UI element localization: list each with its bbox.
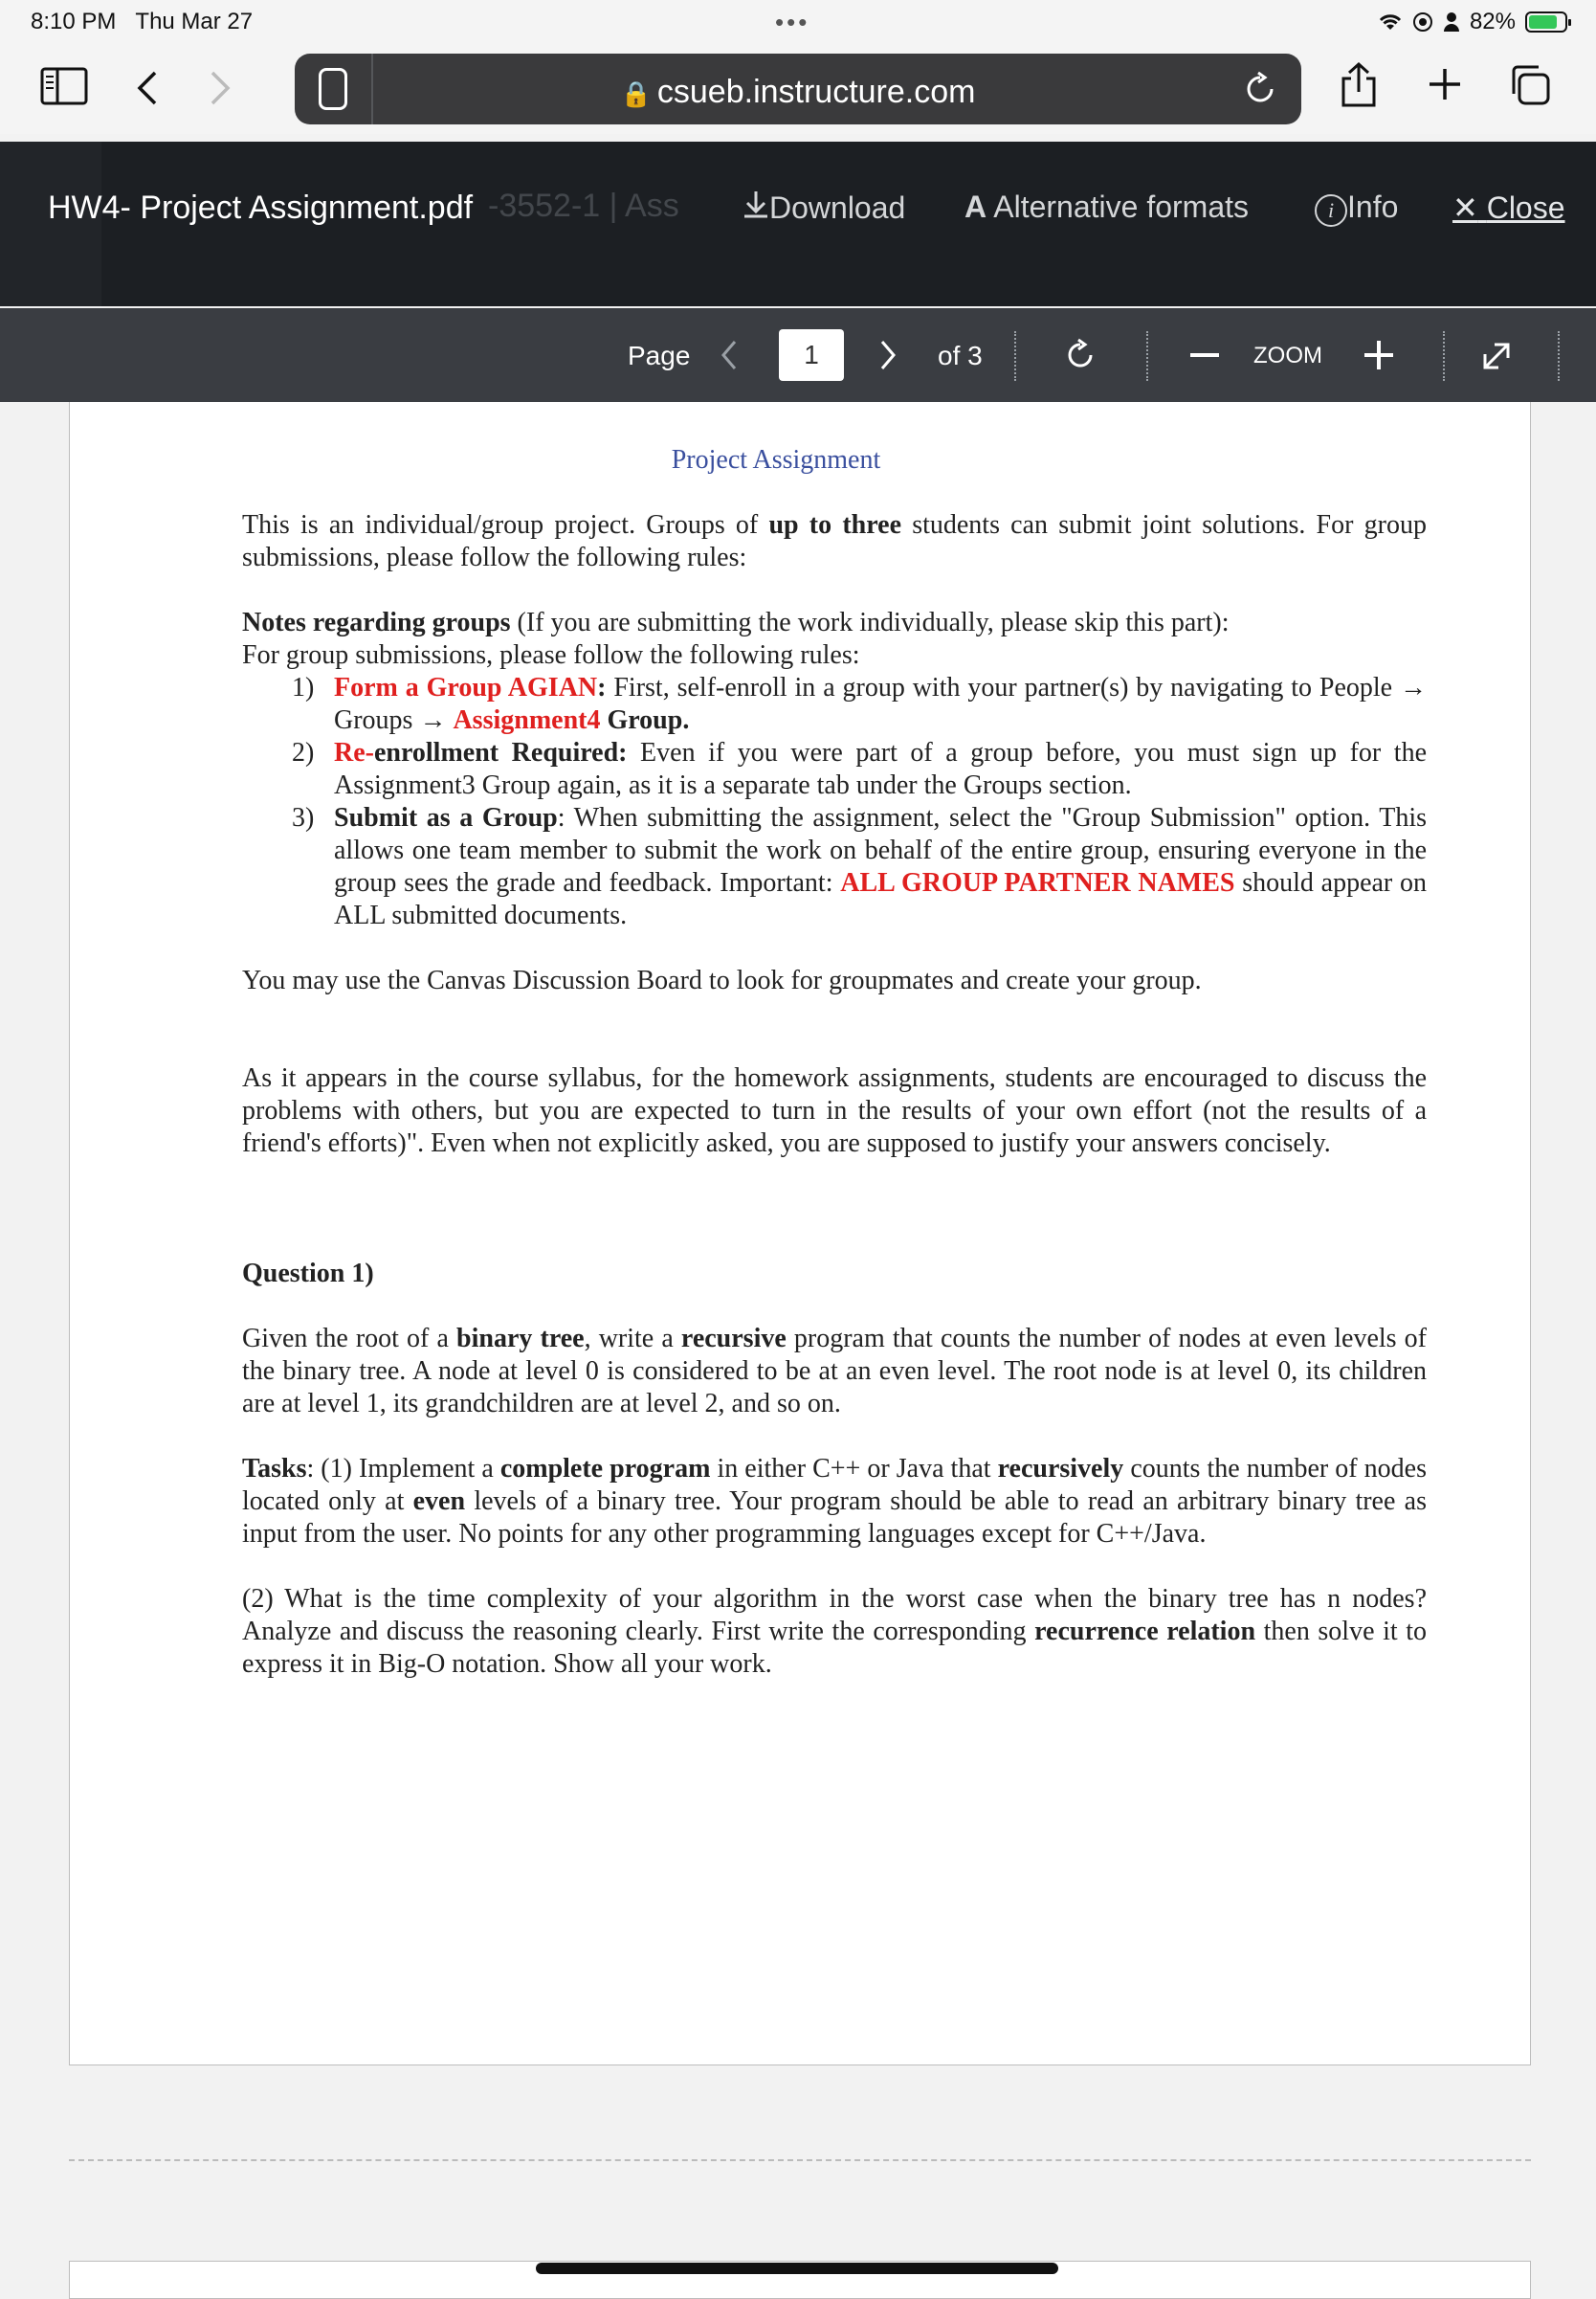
complexity-paragraph: (2) What is the time complexity of your … [242, 1584, 1428, 1679]
status-bar: 8:10 PM Thu Mar 27 ••• 82% [0, 0, 1596, 48]
status-time: 8:10 PM Thu Mar 27 [31, 9, 254, 34]
zoom-in-icon[interactable] [1364, 341, 1393, 369]
question-paragraph: Given the root of a binary tree, write a… [242, 1324, 1427, 1418]
back-icon[interactable] [136, 69, 159, 107]
page-divider [69, 2159, 1531, 2161]
zoom-out-icon[interactable] [1190, 352, 1219, 358]
tabs-icon[interactable] [1508, 63, 1552, 107]
multitasking-dots-icon[interactable]: ••• [775, 8, 809, 37]
sidebar-icon[interactable] [40, 67, 88, 105]
group-rules-list: 1) Form a Group AGIAN: First, self-enroll… [242, 672, 1427, 932]
rotate-icon[interactable] [1062, 337, 1098, 373]
background-breadcrumb: -3552-1 | Ass [488, 188, 679, 224]
accessibility-a-icon: A [964, 190, 987, 224]
address-url: 🔒 csueb.instructure.com [620, 74, 976, 110]
list-item: 1) Form a Group AGIAN: First, self-enroll… [292, 673, 1427, 735]
pdf-page: Project Assignment This is an individual… [69, 402, 1531, 2065]
info-icon: i [1315, 194, 1347, 227]
wifi-icon [1379, 14, 1402, 30]
list-item: 3) Submit as a Group: When submitting the… [292, 803, 1428, 930]
new-tab-icon[interactable] [1426, 65, 1464, 103]
next-page-icon[interactable] [878, 339, 898, 371]
page-count: of 3 [938, 341, 983, 370]
info-button[interactable]: i Info [1315, 190, 1398, 227]
share-icon[interactable] [1338, 61, 1380, 109]
group-notes-subheading: For group submissions, please follow the… [242, 640, 860, 670]
address-bar[interactable]: 🔒 csueb.instructure.com [295, 54, 1301, 124]
toolbar-separator [1014, 331, 1016, 381]
syllabus-paragraph: As it appears in the course syllabus, fo… [242, 1063, 1427, 1158]
battery-percent: 82% [1469, 9, 1516, 34]
discussion-paragraph: You may use the Canvas Discussion Board … [242, 966, 1202, 995]
close-icon: ✕ [1452, 190, 1478, 225]
forward-icon[interactable] [209, 69, 232, 107]
document-title: Project Assignment [671, 445, 881, 475]
battery-icon [1525, 11, 1571, 33]
document-body: Project Assignment This is an individual… [242, 444, 1427, 1681]
list-item: 2) Re-enrollment Required: Even if you we… [292, 738, 1427, 800]
toolbar-separator [1443, 331, 1445, 381]
file-title: HW4- Project Assignment.pdf [48, 190, 474, 226]
person-icon [1443, 12, 1459, 32]
page-number-input[interactable]: 1 [779, 329, 844, 381]
toolbar-separator [1146, 331, 1148, 381]
close-button[interactable]: ✕ Close [1452, 190, 1565, 226]
zoom-label: ZOOM [1253, 343, 1322, 368]
pdf-toolbar: Page 1 of 3 ZOOM [0, 308, 1596, 402]
download-icon [744, 191, 767, 218]
lock-icon: 🔒 [620, 79, 652, 108]
status-indicators: 82% [1378, 9, 1571, 35]
reload-icon[interactable] [1242, 71, 1278, 107]
alternative-formats-button[interactable]: A Alternative formats [964, 190, 1249, 225]
page-label: Page [628, 341, 691, 370]
location-icon [1412, 12, 1432, 32]
browser-toolbar: 🔒 csueb.instructure.com [0, 48, 1596, 134]
download-button[interactable]: Download [743, 190, 905, 226]
toolbar-separator [1558, 331, 1560, 381]
fullscreen-icon[interactable] [1479, 339, 1514, 373]
previous-page-icon[interactable] [720, 339, 739, 371]
group-notes-heading: Notes regarding groups (If you are submi… [242, 608, 1230, 637]
question-heading: Question 1) [242, 1259, 374, 1288]
tasks-paragraph: Tasks: (1) Implement a complete program … [242, 1454, 1428, 1549]
file-viewer-header: -3552-1 | Ass HW4- Project Assignment.pd… [0, 142, 1596, 306]
home-indicator[interactable] [536, 2263, 1058, 2274]
intro-paragraph: This is an individual/group project. Gro… [242, 510, 1427, 572]
